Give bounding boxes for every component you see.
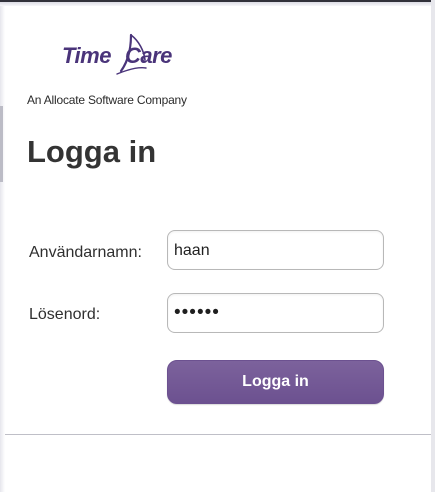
right-scroll-edge <box>431 0 435 492</box>
username-value: haan <box>174 242 210 259</box>
login-page: Time Care An Allocate Software Company L… <box>0 0 435 492</box>
password-masked-value: •••••• <box>174 302 220 323</box>
window-top-border <box>0 0 435 6</box>
window-left-edge <box>0 6 5 492</box>
username-label: Användarnamn: <box>29 244 142 261</box>
password-input[interactable]: •••••• <box>167 293 384 333</box>
login-button[interactable]: Logga in <box>167 360 384 404</box>
timecare-logo: Time Care <box>54 28 204 83</box>
password-label: Lösenord: <box>29 306 101 323</box>
left-edge-marker <box>0 106 3 182</box>
page-title: Logga in <box>27 134 157 169</box>
logo-care-text: Care <box>125 43 172 68</box>
company-tagline: An Allocate Software Company <box>27 93 187 107</box>
logo-time-text: Time <box>62 43 111 68</box>
username-input[interactable]: haan <box>167 230 384 270</box>
footer-divider <box>5 434 431 435</box>
